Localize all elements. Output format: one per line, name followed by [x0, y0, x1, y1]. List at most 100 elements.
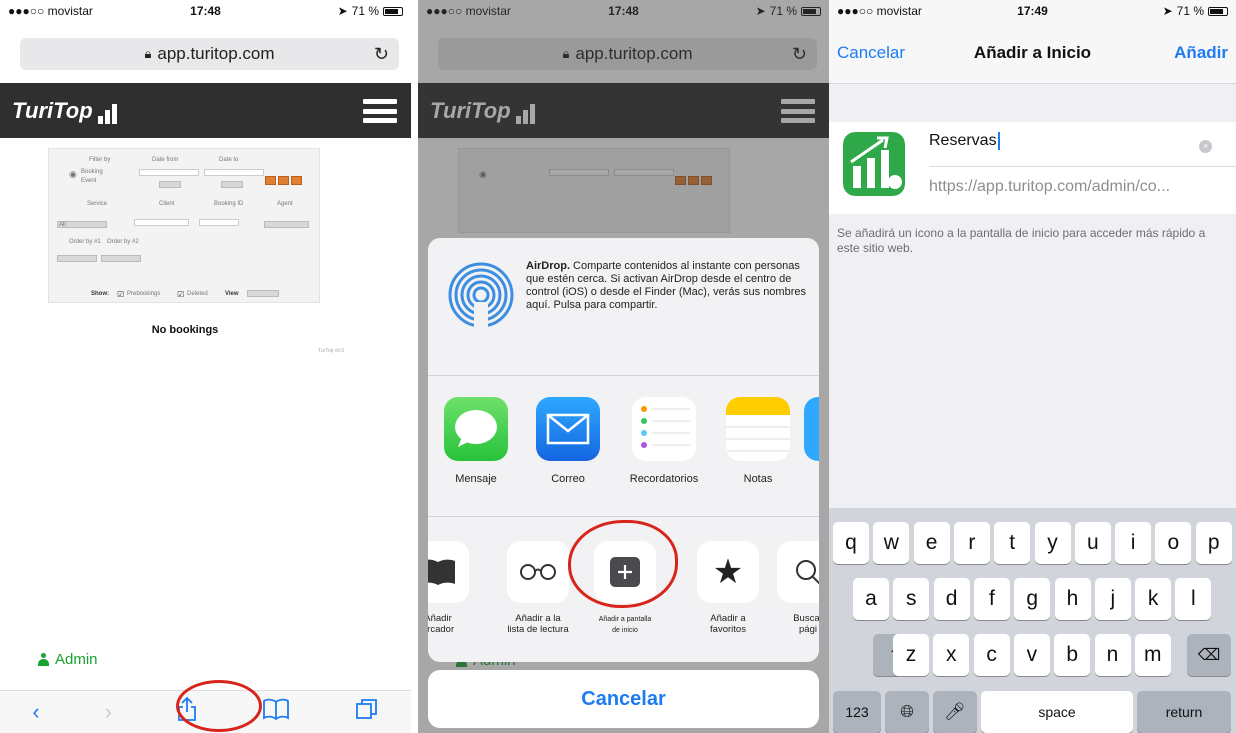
key-z[interactable]: z	[893, 634, 929, 676]
action-label: Añadir a favoritos	[710, 613, 746, 635]
key-o[interactable]: o	[1155, 522, 1192, 564]
admin-link-label: Admin	[55, 651, 98, 668]
order-by-2-select[interactable]	[101, 255, 141, 262]
share-app-notes[interactable]: Notas	[718, 397, 798, 485]
view-select[interactable]	[247, 290, 279, 297]
prebookings-label: Prebookings	[127, 291, 161, 297]
battery-icon	[383, 6, 403, 16]
clock: 17:48	[190, 4, 221, 18]
share-app-label: Mensaje	[455, 473, 497, 485]
key-y[interactable]: y	[1034, 522, 1071, 564]
action-reading-list[interactable]: Añadir a la lista de lectura	[498, 541, 578, 635]
cancel-button[interactable]: Cancelar	[837, 43, 905, 63]
key-c[interactable]: c	[973, 634, 1010, 676]
forward-icon[interactable]: ›	[105, 699, 112, 725]
key-p[interactable]: p	[1195, 522, 1232, 564]
client-input[interactable]	[134, 219, 189, 226]
back-icon[interactable]: ‹	[32, 699, 39, 725]
key-f[interactable]: f	[973, 578, 1010, 620]
tabs-icon[interactable]	[355, 697, 379, 727]
key-k[interactable]: k	[1135, 578, 1172, 620]
keyboard: ⇧ ⌫ 123 🌐︎ 🎤︎ space return qwertyuiopasd…	[829, 508, 1236, 733]
key-l[interactable]: l	[1175, 578, 1212, 620]
space-key[interactable]: space	[981, 691, 1133, 733]
search-button[interactable]	[265, 176, 276, 185]
deleted-label: Deleted	[187, 291, 208, 297]
key-v[interactable]: v	[1013, 634, 1050, 676]
clear-text-icon[interactable]: ×	[1199, 140, 1212, 153]
booking-id-input[interactable]	[199, 219, 239, 226]
share-app-more[interactable]	[804, 397, 819, 473]
order-by-1-label: Order by #1	[69, 239, 101, 245]
key-d[interactable]: d	[933, 578, 970, 620]
share-app-label: Notas	[743, 473, 773, 485]
order-by-1-select[interactable]	[57, 255, 97, 262]
add-square-icon	[594, 541, 656, 603]
date-from-input[interactable]	[139, 169, 199, 176]
site-header: TuriTop	[0, 83, 411, 138]
filter-by-label: Filter by	[89, 157, 111, 163]
divider	[411, 0, 418, 733]
show-label: Show:	[91, 291, 109, 297]
key-j[interactable]: j	[1094, 578, 1131, 620]
key-q[interactable]: q	[833, 522, 869, 564]
reload-icon[interactable]: ↻	[374, 44, 389, 65]
date-to-input[interactable]	[204, 169, 264, 176]
key-r[interactable]: r	[953, 522, 990, 564]
print-button[interactable]	[278, 176, 289, 185]
cancel-button[interactable]: Cancelar	[428, 670, 819, 728]
client-label: Client	[159, 201, 175, 207]
battery-icon	[1208, 6, 1228, 16]
date-from-select[interactable]	[159, 181, 181, 188]
menu-icon[interactable]	[363, 99, 397, 123]
bookmarks-icon[interactable]	[262, 698, 290, 726]
checkbox-icon[interactable]: ☑	[117, 290, 124, 299]
key-m[interactable]: m	[1134, 634, 1171, 676]
view-label: View	[225, 291, 239, 297]
share-app-messages[interactable]: Mensaje	[436, 397, 516, 485]
share-app-reminders[interactable]: Recordatorios	[624, 397, 704, 485]
user-icon	[38, 653, 49, 666]
checkbox-icon[interactable]: ☑	[177, 290, 184, 299]
return-key[interactable]: return	[1137, 691, 1231, 733]
radio-icon[interactable]: ◉	[69, 169, 77, 180]
shortcut-name-input[interactable]: Reservas	[929, 132, 1000, 150]
microphone-key[interactable]: 🎤︎	[933, 691, 977, 733]
key-e[interactable]: e	[913, 522, 950, 564]
key-s[interactable]: s	[893, 578, 930, 620]
key-h[interactable]: h	[1054, 578, 1091, 620]
key-g[interactable]: g	[1014, 578, 1051, 620]
turitop-app-icon	[843, 132, 905, 196]
action-label: Añadir a pantalla de inicio	[598, 616, 652, 634]
action-add-bookmark[interactable]: Añadir arcador	[428, 541, 478, 635]
share-app-label: Correo	[551, 473, 585, 485]
agent-select[interactable]	[264, 221, 309, 228]
key-b[interactable]: b	[1054, 634, 1091, 676]
date-to-select[interactable]	[221, 181, 243, 188]
url-text: app.turitop.com	[157, 44, 275, 63]
share-actions-row: Añadir arcador Añadir a la lista de lect…	[428, 518, 819, 662]
action-add-favorite[interactable]: ★ Añadir a favoritos	[688, 541, 768, 635]
numbers-key[interactable]: 123	[833, 691, 881, 733]
share-app-mail[interactable]: Correo	[528, 397, 608, 485]
key-u[interactable]: u	[1074, 522, 1111, 564]
action-label: Añadir arcador	[428, 613, 455, 635]
messages-icon	[444, 397, 508, 461]
share-icon[interactable]	[177, 696, 197, 728]
action-add-to-home[interactable]: Añadir a pantalla de inicio	[585, 541, 665, 635]
admin-link[interactable]: Admin	[38, 651, 98, 668]
globe-key[interactable]: 🌐︎	[885, 691, 929, 733]
key-a[interactable]: a	[853, 578, 889, 620]
key-i[interactable]: i	[1115, 522, 1152, 564]
add-button[interactable]: Añadir	[1174, 43, 1228, 63]
action-find-on-page[interactable]: Buscar pági	[768, 541, 819, 635]
address-bar[interactable]: 🔒︎ app.turitop.com ↻	[20, 38, 399, 70]
delete-key[interactable]: ⌫	[1187, 634, 1231, 676]
turitop-logo[interactable]: TuriTop	[12, 98, 117, 124]
key-t[interactable]: t	[994, 522, 1031, 564]
export-button[interactable]	[291, 176, 302, 185]
key-w[interactable]: w	[873, 522, 910, 564]
key-x[interactable]: x	[933, 634, 970, 676]
airdrop-description: AirDrop. Comparte contenidos al instante…	[526, 260, 808, 312]
key-n[interactable]: n	[1094, 634, 1131, 676]
